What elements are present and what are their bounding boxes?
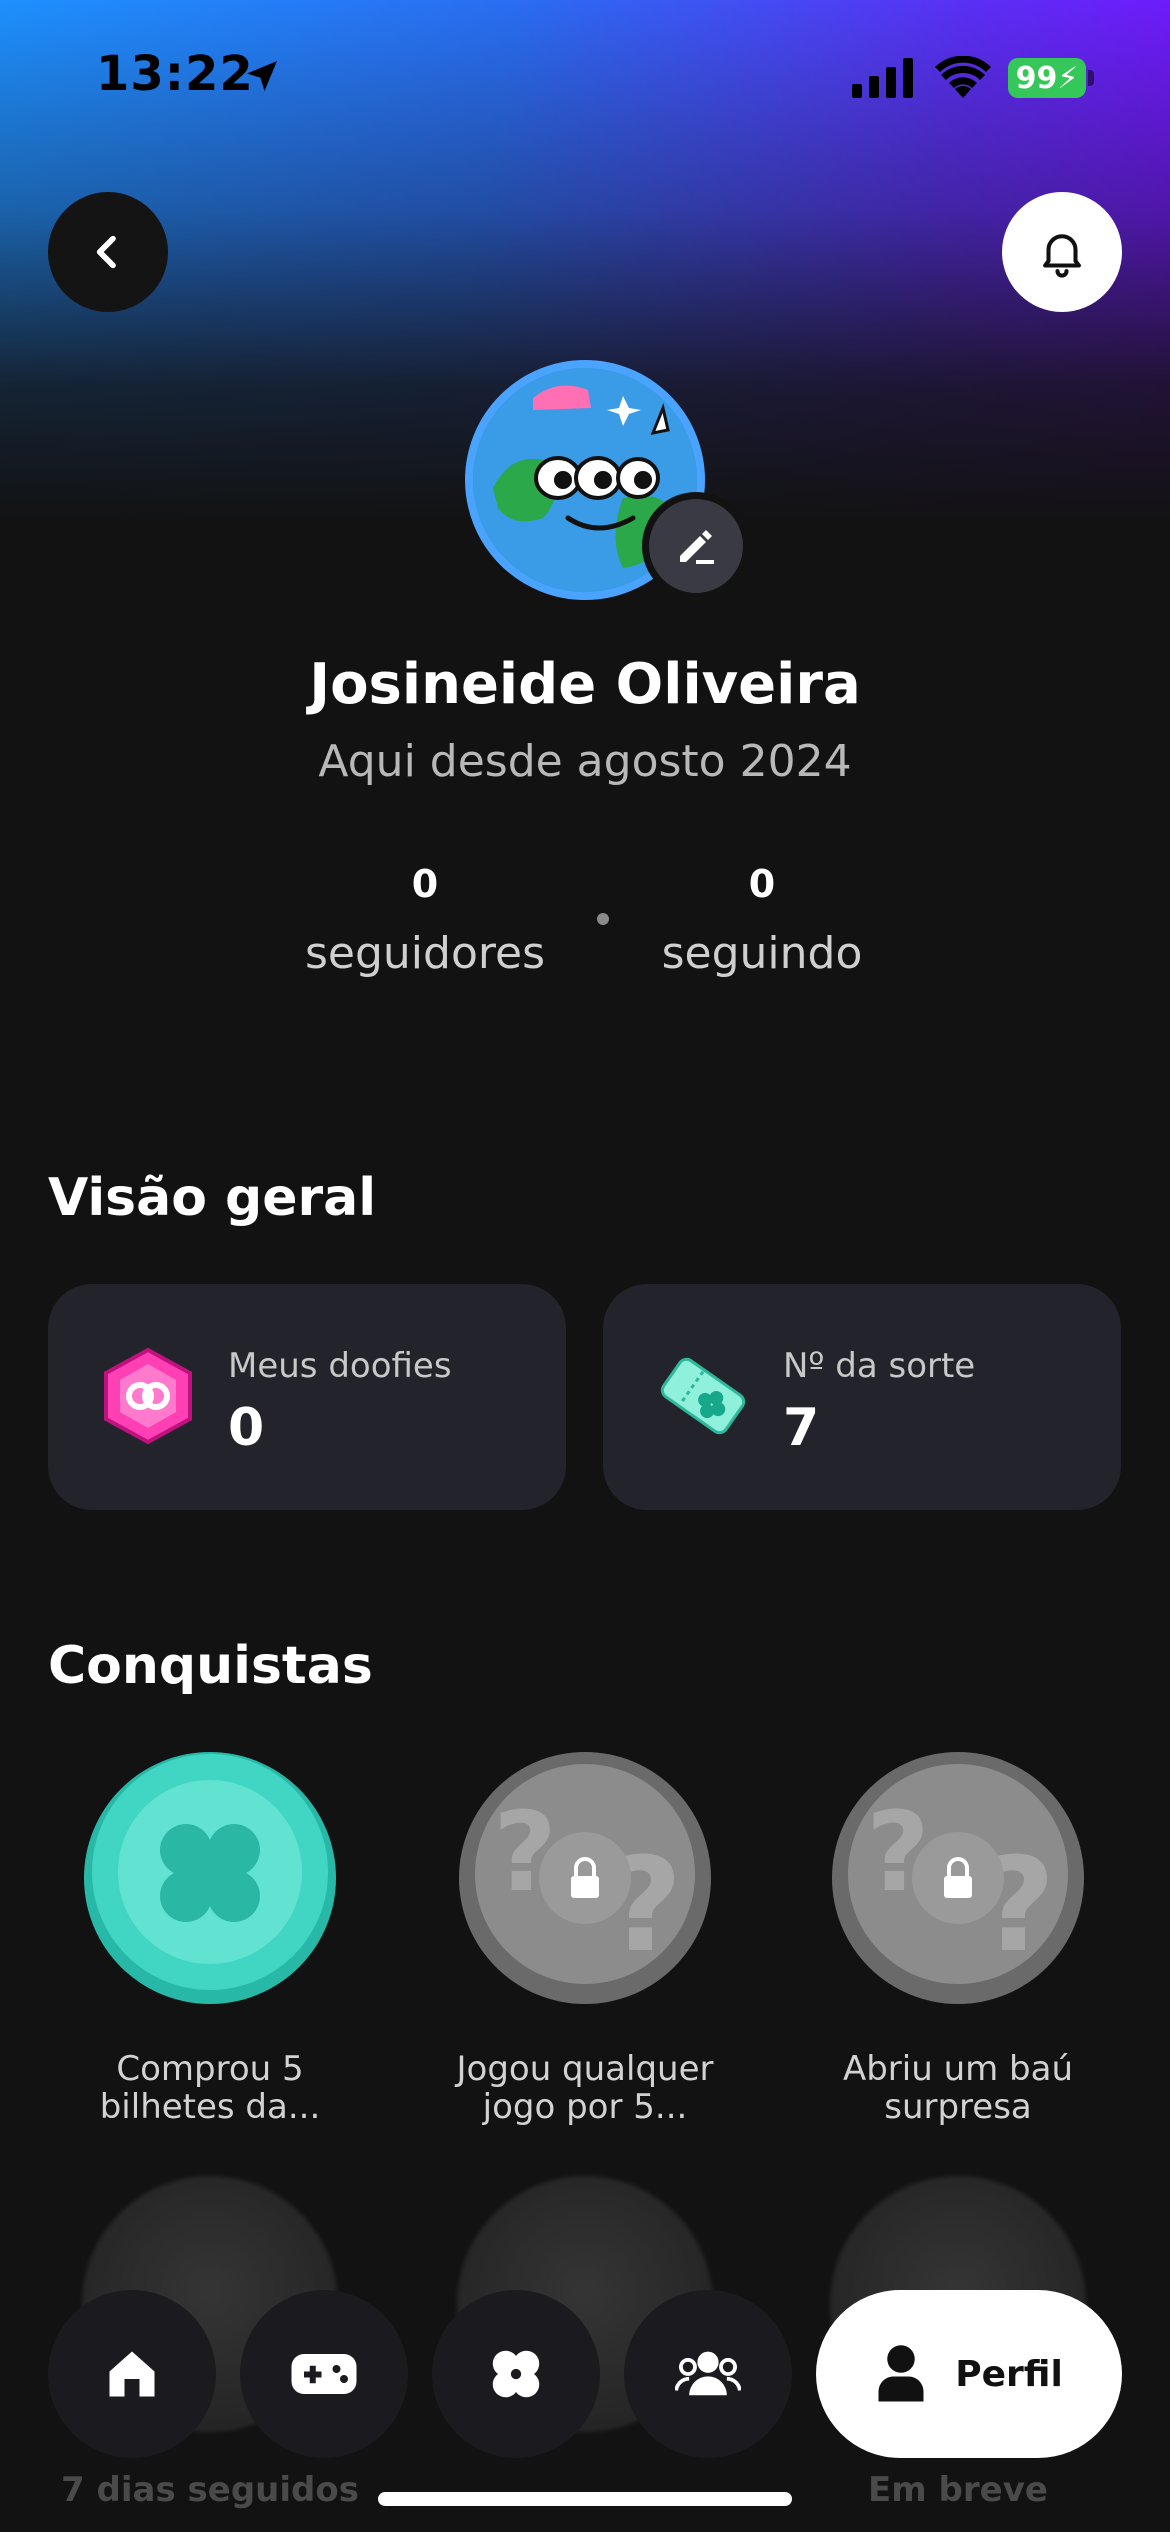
- wifi-icon: [935, 56, 991, 98]
- following-label: seguindo: [661, 928, 863, 979]
- following-stat[interactable]: 0 seguindo: [632, 862, 892, 979]
- location-arrow-icon: [247, 61, 277, 91]
- lucky-number-card[interactable]: Nº da sorte 7: [603, 1284, 1121, 1510]
- clover-icon: [492, 2350, 540, 2398]
- lucky-ticket-icon: [660, 1357, 746, 1435]
- followers-count: 0: [411, 862, 439, 906]
- chevron-left-icon: [96, 235, 116, 269]
- lucky-number-label: Nº da sorte: [783, 1346, 976, 1386]
- cell-signal-icon: [852, 58, 913, 98]
- gamepad-icon: [291, 2354, 357, 2394]
- overview-title: Visão geral: [48, 1168, 377, 1228]
- doofies-card[interactable]: Meus doofies 0: [48, 1284, 566, 1510]
- bell-icon: [1043, 234, 1081, 278]
- nav-profile-label: Perfil: [955, 2353, 1063, 2395]
- battery-tip: [1088, 70, 1094, 86]
- achievement-caption: Abriu um baú surpresa: [842, 2049, 1074, 2127]
- followers-label: seguidores: [304, 928, 545, 979]
- achievement-item[interactable]: ? ? Jogou qualquer jogo por 5...: [420, 1750, 750, 2126]
- user-name: Josineide Oliveira: [309, 652, 861, 717]
- member-since: Aqui desde agosto 2024: [318, 736, 852, 787]
- following-count: 0: [748, 862, 776, 906]
- followers-stat[interactable]: 0 seguidores: [295, 862, 555, 979]
- lucky-number-value: 7: [783, 1398, 820, 1458]
- edit-avatar-button[interactable]: [642, 492, 750, 600]
- nav-profile-button[interactable]: Perfil: [816, 2290, 1122, 2458]
- stat-separator-dot: [597, 913, 609, 925]
- home-indicator[interactable]: [378, 2492, 792, 2506]
- clover-medal-icon: [84, 1752, 336, 2004]
- achievement-item[interactable]: Comprou 5 bilhetes da...: [45, 1750, 375, 2126]
- back-button[interactable]: [48, 192, 168, 312]
- achievement-caption: Comprou 5 bilhetes da...: [99, 2049, 321, 2127]
- pencil-icon: [680, 530, 714, 564]
- nav-games-button[interactable]: [240, 2290, 408, 2458]
- locked-medal-icon: ? ?: [459, 1752, 711, 2004]
- status-bar: 13:22 99 ⚡: [0, 0, 1170, 150]
- doofies-value: 0: [228, 1398, 265, 1458]
- achievement-item[interactable]: ? ? Abriu um baú surpresa: [793, 1750, 1123, 2126]
- locked-medal-icon: ? ?: [832, 1752, 1084, 2004]
- battery-indicator: 99 ⚡: [1008, 58, 1086, 98]
- friends-icon: [675, 2351, 741, 2396]
- nav-home-button[interactable]: [48, 2290, 216, 2458]
- notifications-button[interactable]: [1002, 192, 1122, 312]
- doofie-gem-icon: [104, 1347, 192, 1445]
- nav-lottery-button[interactable]: [432, 2290, 600, 2458]
- faded-achievement-caption: Em breve: [868, 2470, 1048, 2510]
- achievement-caption: Jogou qualquer jogo por 5...: [456, 2049, 714, 2127]
- status-time: 13:22: [96, 46, 254, 102]
- home-icon: [109, 2351, 155, 2397]
- person-icon: [878, 2345, 924, 2402]
- charging-bolt-icon: ⚡: [1057, 60, 1079, 96]
- battery-level: 99: [1015, 60, 1058, 96]
- doofies-label: Meus doofies: [228, 1346, 452, 1386]
- nav-friends-button[interactable]: [624, 2290, 792, 2458]
- achievements-title: Conquistas: [48, 1636, 373, 1696]
- faded-achievement-caption: 7 dias seguidos: [61, 2470, 359, 2510]
